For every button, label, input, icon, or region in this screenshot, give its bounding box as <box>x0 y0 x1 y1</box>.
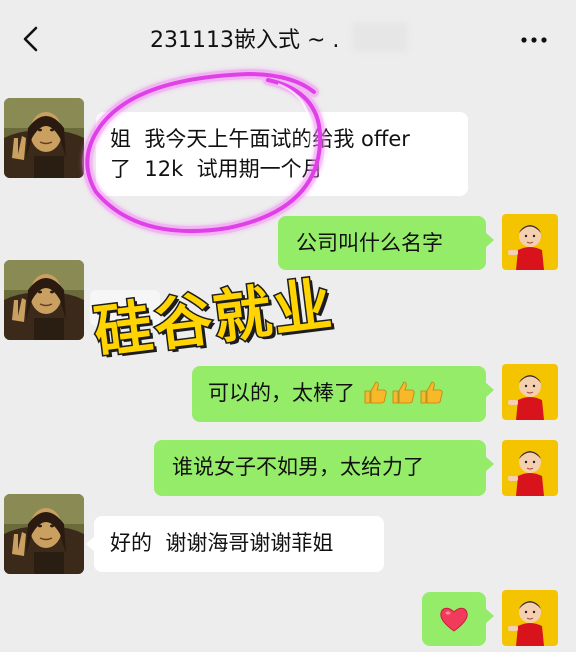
message-bubble-received[interactable]: 好的 谢谢海哥谢谢菲姐 <box>86 516 384 572</box>
watermark-text: 硅谷就业 <box>89 268 339 368</box>
bubble-tail <box>485 456 494 472</box>
message-text-line: 姐 我今天上午面试的给我 offer <box>110 127 410 151</box>
message-text-line: 了 12k 试用期一个月 <box>110 157 323 181</box>
message-bubble-received[interactable]: 姐 我今天上午面试的给我 offer 了 12k 试用期一个月 <box>88 112 468 196</box>
message-bubble-sent[interactable] <box>422 592 494 646</box>
message-text: 好的 谢谢海哥谢谢菲姐 <box>110 531 334 555</box>
message-bubble-sent[interactable]: 谁说女子不如男，太给力了 <box>154 440 494 496</box>
message-text: 谁说女子不如男，太给力了 <box>172 455 424 479</box>
kid-avatar[interactable] <box>502 590 558 646</box>
back-arrow-icon[interactable] <box>14 22 48 56</box>
mona-lisa-avatar[interactable] <box>4 98 84 178</box>
bubble-tail <box>485 232 494 248</box>
message-text: 公司叫什么名字 <box>296 231 443 255</box>
thumbs-up-icon <box>362 379 446 409</box>
bubble-tail <box>88 132 97 148</box>
mona-lisa-avatar[interactable] <box>4 260 84 340</box>
kid-avatar[interactable] <box>502 214 558 270</box>
mona-lisa-avatar[interactable] <box>4 494 84 574</box>
bubble-tail <box>485 608 494 624</box>
more-options-icon[interactable] <box>516 26 552 54</box>
chat-title: 231113嵌入式 ~ . <box>150 28 340 53</box>
kid-avatar[interactable] <box>502 440 558 496</box>
message-bubble-sent[interactable]: 可以的，太棒了 <box>192 366 494 422</box>
chat-header: 231113嵌入式 ~ . <box>0 0 576 80</box>
bubble-tail <box>86 536 95 552</box>
message-text: 可以的，太棒了 <box>208 381 355 405</box>
redacted-name <box>352 22 408 52</box>
chat-screen: 231113嵌入式 ~ . 姐 我今天上午面试的给我 offer 了 12k 试… <box>0 0 576 652</box>
kid-avatar[interactable] <box>502 364 558 420</box>
heart-icon <box>440 607 468 632</box>
bubble-tail <box>485 382 494 398</box>
